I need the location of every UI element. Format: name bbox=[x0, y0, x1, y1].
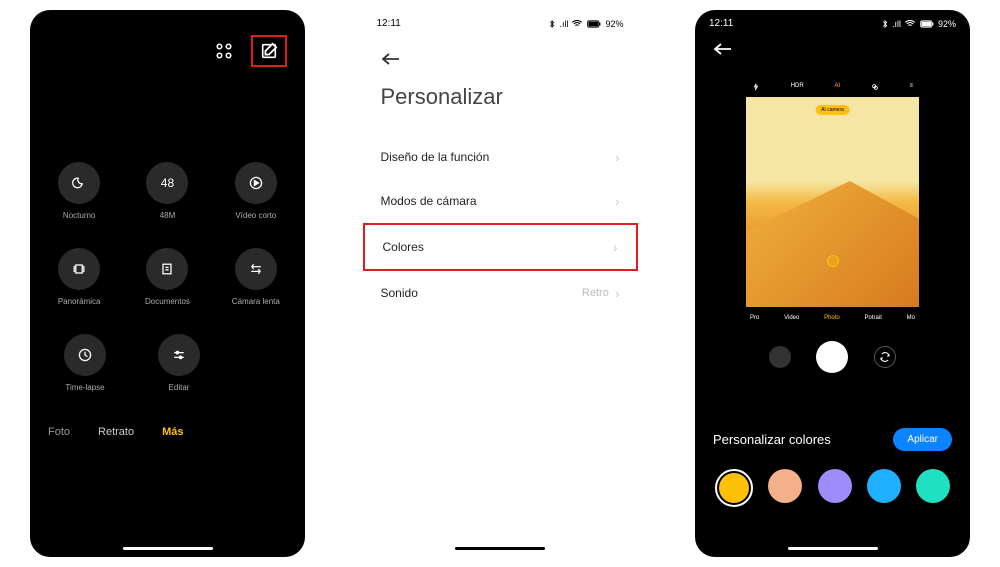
preview-viewfinder: AI camera bbox=[746, 97, 919, 307]
status-bar: 12:11 .ıll 92% bbox=[363, 10, 638, 37]
preview-mode-strip: Pro Video Photo Potrait Mo bbox=[746, 307, 919, 329]
color-picker-panel: Personalizar colores Aplicar bbox=[695, 413, 970, 507]
status-icons: .ıll 92% bbox=[548, 18, 623, 29]
tab-foto[interactable]: Foto bbox=[48, 426, 70, 438]
settings-list: Diseño de la función › Modos de cámara ›… bbox=[363, 135, 638, 315]
flash-icon bbox=[752, 83, 760, 91]
wifi-icon bbox=[571, 20, 583, 28]
camera-preview-mock: HDR AI ≡ AI camera Pro Video Photo Potra… bbox=[740, 73, 925, 413]
bluetooth-icon bbox=[881, 20, 889, 28]
camera-modes-grid: Nocturno 48 48M Vídeo corto Panorámica D… bbox=[30, 77, 305, 392]
preview-shutter-row bbox=[746, 329, 919, 385]
hdr-label: HDR bbox=[791, 83, 804, 91]
color-swatch-purple[interactable] bbox=[818, 469, 852, 503]
chevron-right-icon: › bbox=[613, 239, 618, 255]
mode-timelapse[interactable]: Time-lapse bbox=[45, 334, 125, 392]
filter-icon bbox=[871, 83, 879, 91]
mode-48m[interactable]: 48 48M bbox=[127, 162, 207, 220]
mode-editar[interactable]: Editar bbox=[139, 334, 219, 392]
page-title: Personalizar bbox=[363, 66, 638, 135]
color-swatch-teal[interactable] bbox=[916, 469, 950, 503]
back-button[interactable] bbox=[363, 37, 638, 66]
status-icons: .ıll 92% bbox=[881, 18, 956, 29]
home-indicator[interactable] bbox=[123, 547, 213, 550]
menu-icon: ≡ bbox=[909, 83, 913, 91]
color-swatch-blue[interactable] bbox=[867, 469, 901, 503]
item-sonido[interactable]: Sonido Retro › bbox=[363, 271, 638, 315]
home-indicator[interactable] bbox=[455, 547, 545, 550]
preview-top-controls: HDR AI ≡ bbox=[746, 81, 919, 97]
phone-personalizar: 12:11 .ıll 92% Personalizar Diseño de la… bbox=[363, 10, 638, 557]
phone-camera-modes: Nocturno 48 48M Vídeo corto Panorámica D… bbox=[30, 10, 305, 557]
tab-retrato[interactable]: Retrato bbox=[98, 426, 134, 438]
switch-camera-icon bbox=[874, 346, 896, 368]
item-modos-camara[interactable]: Modos de cámara › bbox=[363, 179, 638, 223]
bluetooth-icon bbox=[548, 20, 556, 28]
chevron-right-icon: › bbox=[615, 149, 620, 165]
phone-personalizar-colores: 12:11 .ıll 92% HDR AI ≡ AI camera Pro Vi… bbox=[695, 10, 970, 557]
panel-title: Personalizar colores bbox=[713, 432, 831, 447]
tab-mas[interactable]: Más bbox=[162, 426, 183, 438]
mode-panoramica[interactable]: Panorámica bbox=[39, 248, 119, 306]
chevron-right-icon: › bbox=[615, 285, 620, 301]
mode-camara-lenta[interactable]: Cámara lenta bbox=[216, 248, 296, 306]
status-bar: 12:11 .ıll 92% bbox=[695, 10, 970, 37]
grid-icon[interactable] bbox=[215, 42, 233, 60]
mode-documentos[interactable]: Documentos bbox=[127, 248, 207, 306]
color-swatch-yellow[interactable] bbox=[715, 469, 753, 507]
customize-icon-highlighted[interactable] bbox=[251, 35, 287, 67]
chevron-right-icon: › bbox=[615, 193, 620, 209]
status-time: 12:11 bbox=[377, 18, 401, 29]
color-swatch-peach[interactable] bbox=[768, 469, 802, 503]
apply-button[interactable]: Aplicar bbox=[893, 428, 952, 451]
battery-icon bbox=[586, 20, 602, 28]
color-swatches bbox=[713, 469, 952, 507]
focus-indicator bbox=[827, 255, 839, 267]
item-colores-highlighted[interactable]: Colores › bbox=[363, 223, 638, 271]
camera-toolbar bbox=[30, 10, 305, 77]
gallery-thumb bbox=[769, 346, 791, 368]
ai-camera-badge: AI camera bbox=[815, 105, 850, 115]
battery-icon bbox=[919, 20, 935, 28]
mode-nocturno[interactable]: Nocturno bbox=[39, 162, 119, 220]
status-time: 12:11 bbox=[709, 18, 733, 29]
mode-video-corto[interactable]: Vídeo corto bbox=[216, 162, 296, 220]
wifi-icon bbox=[904, 20, 916, 28]
ai-label: AI bbox=[834, 83, 840, 91]
item-diseno-funcion[interactable]: Diseño de la función › bbox=[363, 135, 638, 179]
camera-tabs: Foto Retrato Más bbox=[30, 420, 305, 444]
home-indicator[interactable] bbox=[788, 547, 878, 550]
shutter-button bbox=[816, 341, 848, 373]
back-button[interactable] bbox=[695, 37, 970, 61]
